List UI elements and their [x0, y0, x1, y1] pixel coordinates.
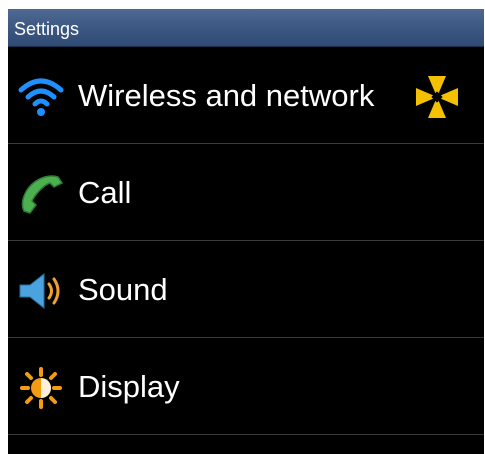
speaker-icon [18, 270, 64, 312]
settings-item-label: Sound [78, 272, 168, 307]
phone-icon [18, 173, 64, 215]
title-bar: Settings [8, 9, 484, 47]
settings-item-label: Call [78, 175, 132, 210]
settings-item-sound[interactable]: Sound [8, 241, 484, 338]
settings-screen: Settings Wireless and network Call Sound… [8, 9, 484, 454]
settings-item-label: Display [78, 369, 180, 404]
page-title: Settings [14, 19, 80, 39]
settings-item-label: Wireless and network [78, 78, 375, 113]
wifi-icon [18, 76, 64, 118]
settings-item-display[interactable]: Display [8, 338, 484, 435]
settings-item-wireless-and-network[interactable]: Wireless and network [8, 47, 484, 144]
brightness-icon [18, 367, 64, 409]
sparkle-icon [414, 74, 460, 120]
settings-item-call[interactable]: Call [8, 144, 484, 241]
